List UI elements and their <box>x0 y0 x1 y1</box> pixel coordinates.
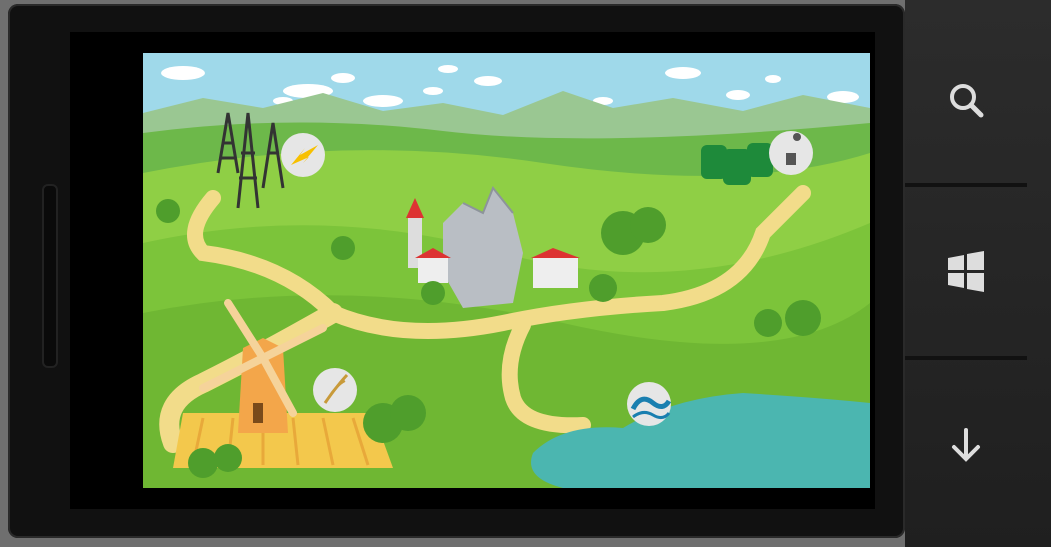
game-map[interactable] <box>143 53 870 488</box>
start-button[interactable] <box>905 187 1027 357</box>
power-station-marker[interactable] <box>281 133 325 177</box>
side-slot <box>42 184 58 368</box>
wave-marker[interactable] <box>627 382 672 426</box>
phone-device <box>0 0 1051 547</box>
search-icon <box>950 84 984 118</box>
back-button[interactable] <box>905 360 1027 530</box>
down-arrow-icon <box>952 428 980 462</box>
windows-start-icon <box>948 251 984 292</box>
wheat-marker[interactable] <box>313 368 357 412</box>
hardware-nav-bar <box>905 0 1051 547</box>
search-button[interactable] <box>905 15 1027 185</box>
